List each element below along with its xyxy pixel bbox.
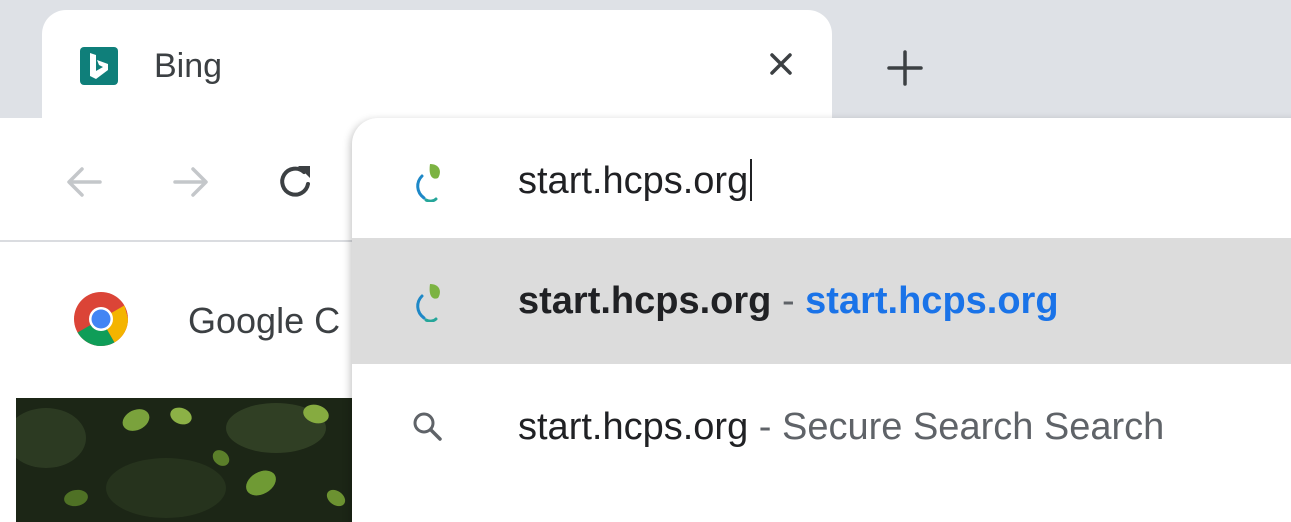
- bookmark-label: Google C: [188, 300, 341, 341]
- forward-button[interactable]: [165, 156, 217, 208]
- chrome-icon: [74, 292, 128, 347]
- suggestion-row[interactable]: start.hcps.org - start.hcps.org: [352, 238, 1291, 364]
- bing-icon: [80, 47, 118, 85]
- suggestion-description: Secure Search Search: [782, 406, 1165, 448]
- arrow-right-icon: [173, 167, 208, 197]
- tab-bing[interactable]: Bing: [42, 10, 832, 128]
- tab-strip: Bing: [0, 0, 1291, 128]
- suggestion-title: start.hcps.org: [518, 406, 749, 448]
- reload-icon: [280, 166, 310, 197]
- text-caret: [750, 159, 753, 201]
- suggestion-row[interactable]: start.hcps.org - Secure Search Search: [352, 364, 1291, 490]
- omnibox-input-row[interactable]: start.hcps.org: [352, 118, 1291, 238]
- reload-button[interactable]: [270, 156, 322, 208]
- suggestion-url: start.hcps.org: [805, 280, 1059, 322]
- browser-window: Bing Google C start.hcps.org start.hcps.…: [0, 0, 1291, 522]
- plus-icon: [887, 50, 923, 86]
- search-icon: [413, 412, 442, 441]
- omnibox-input[interactable]: start.hcps.org: [518, 156, 753, 206]
- suggestion-text: start.hcps.org - start.hcps.org: [518, 276, 1059, 326]
- hcps-leaf-icon: [416, 284, 440, 322]
- suggestion-title: start.hcps.org: [518, 280, 772, 322]
- suggestion-separator: -: [758, 406, 772, 448]
- omnibox-input-text: start.hcps.org: [518, 160, 749, 202]
- page-background-image: [16, 398, 356, 522]
- new-tab-button[interactable]: [875, 38, 935, 98]
- back-button[interactable]: [58, 156, 110, 208]
- suggestion-text: start.hcps.org - Secure Search Search: [518, 402, 1164, 452]
- arrow-left-icon: [67, 167, 102, 197]
- hcps-leaf-icon: [416, 164, 440, 202]
- omnibox-dropdown: start.hcps.org start.hcps.org - start.hc…: [352, 118, 1291, 522]
- tab-title: Bing: [154, 47, 223, 85]
- suggestion-separator: -: [781, 280, 795, 322]
- close-icon[interactable]: [755, 38, 807, 90]
